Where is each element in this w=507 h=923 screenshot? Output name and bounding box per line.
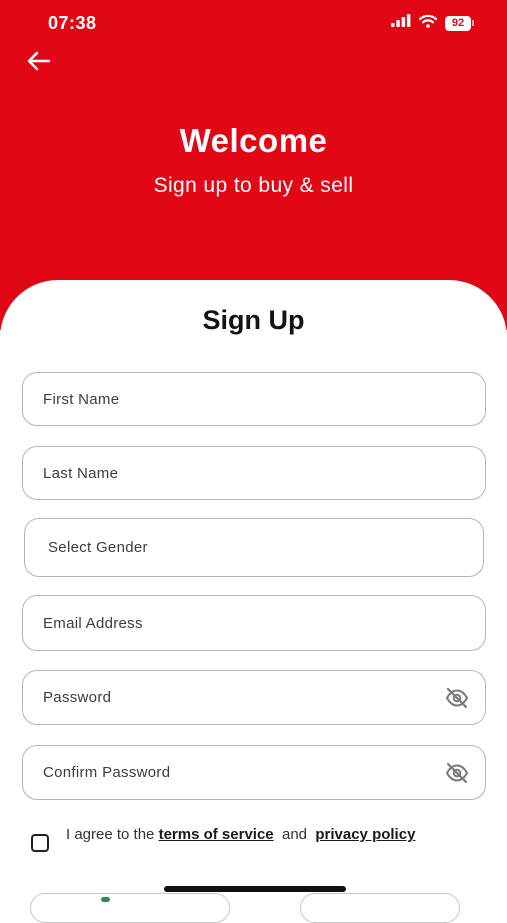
eye-off-icon[interactable] [445, 687, 469, 709]
page-subtitle: Sign up to buy & sell [153, 174, 354, 197]
last-name-placeholder: Last Name [43, 464, 119, 482]
back-button[interactable] [22, 46, 56, 80]
terms-of-service-link[interactable]: terms of service [159, 826, 274, 843]
page-title: Welcome [179, 122, 328, 159]
terms-prefix: I agree to the [66, 826, 159, 843]
battery-level: 92 [445, 15, 471, 31]
confirm-password-placeholder: Confirm Password [43, 764, 171, 781]
terms-agreement-text: I agree to the terms of service and priv… [66, 824, 476, 845]
privacy-policy-link[interactable]: privacy policy [315, 826, 415, 843]
status-bar: 07:38 92 [0, 0, 507, 48]
battery-icon: 92 [445, 15, 474, 31]
gender-placeholder: Select Gender [48, 539, 148, 556]
form-title: Sign Up [202, 305, 305, 335]
password-field[interactable]: Password [22, 670, 486, 725]
arrow-left-icon [27, 51, 51, 76]
first-name-field[interactable]: First Name [22, 372, 486, 426]
social-signup-button-right[interactable] [300, 893, 460, 923]
social-signup-button-left[interactable] [30, 893, 230, 923]
confirm-password-field[interactable]: Confirm Password [22, 745, 486, 800]
battery-cap [472, 20, 474, 26]
gender-select[interactable]: Select Gender [24, 518, 484, 577]
password-placeholder: Password [43, 689, 112, 706]
cellular-signal-icon [391, 14, 411, 32]
email-field[interactable]: Email Address [22, 595, 486, 651]
terms-checkbox[interactable] [31, 834, 49, 852]
eye-off-icon[interactable] [445, 762, 469, 784]
status-time: 07:38 [48, 13, 97, 33]
home-indicator [164, 886, 346, 892]
status-icons: 92 [391, 14, 474, 32]
first-name-placeholder: First Name [43, 390, 120, 408]
wifi-icon [418, 14, 438, 33]
terms-conjunction: and [273, 826, 316, 843]
email-placeholder: Email Address [43, 614, 143, 632]
last-name-field[interactable]: Last Name [22, 446, 486, 500]
